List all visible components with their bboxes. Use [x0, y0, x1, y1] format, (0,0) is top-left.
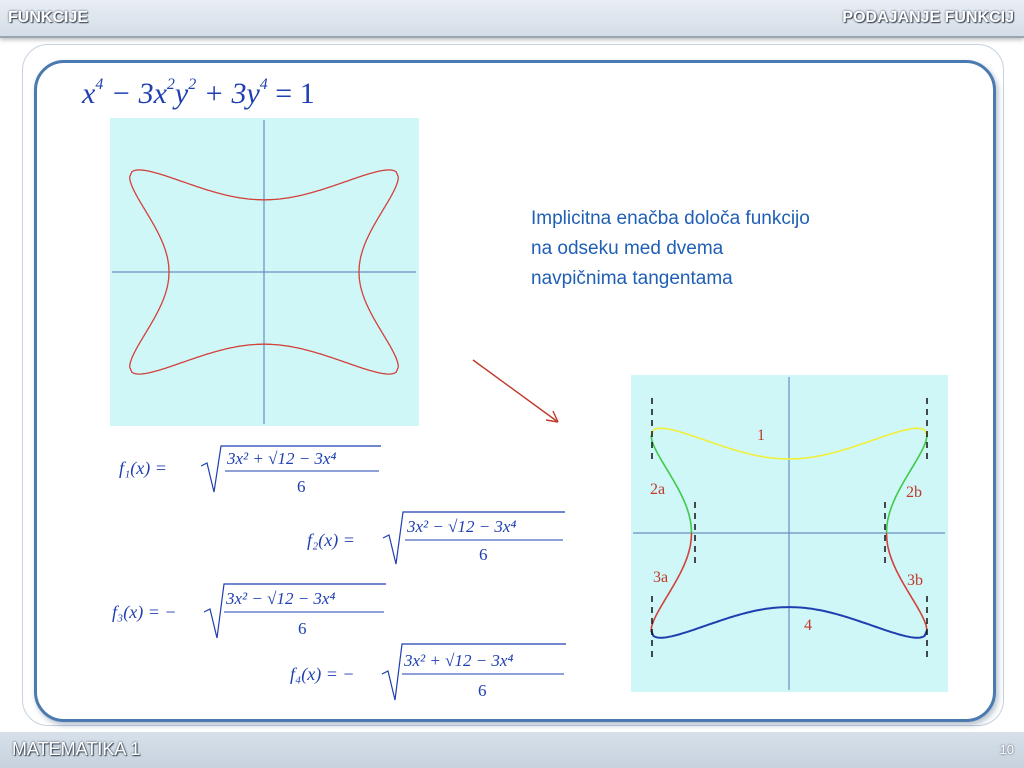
page-number: 10	[999, 742, 1014, 757]
formula-f3-lhs: f₃(x) = −	[112, 602, 177, 623]
formula-f2-lhs: f₂(x) =	[307, 530, 355, 551]
label-segment-3a: 3a	[653, 569, 668, 586]
formula-f1: f₁(x) = 3x² + √12 − 3x⁴ 6	[119, 445, 381, 496]
formula-f3-denominator: 6	[298, 619, 307, 638]
label-segment-2a: 2a	[650, 481, 665, 498]
formula-f4-lhs: f₄(x) = −	[290, 664, 355, 685]
formula-f2-denominator: 6	[479, 545, 488, 564]
course-title: MATEMATIKA 1	[12, 739, 141, 759]
formula-f1-denominator: 6	[297, 477, 306, 496]
formula-f3-numerator: 3x² − √12 − 3x⁴	[225, 589, 335, 608]
formula-f4-numerator: 3x² + √12 − 3x⁴	[403, 651, 513, 670]
formula-f3: f₃(x) = − 3x² − √12 − 3x⁴ 6	[112, 583, 386, 639]
label-segment-2b: 2b	[906, 484, 922, 501]
formula-f4: f₄(x) = − 3x² + √12 − 3x⁴ 6	[290, 643, 566, 701]
label-segment-3b: 3b	[907, 572, 923, 589]
formula-f4-denominator: 6	[478, 681, 487, 700]
formula-f2-numerator: 3x² − √12 − 3x⁴	[406, 517, 516, 536]
label-segment-1: 1	[757, 427, 765, 444]
label-segment-4: 4	[804, 617, 812, 634]
formula-f2: f₂(x) = 3x² − √12 − 3x⁴ 6	[307, 511, 565, 565]
bottom-bar: MATEMATIKA 1 10	[0, 732, 1024, 768]
formula-f1-lhs: f₁(x) =	[119, 458, 167, 479]
formula-f1-numerator: 3x² + √12 − 3x⁴	[226, 449, 336, 468]
